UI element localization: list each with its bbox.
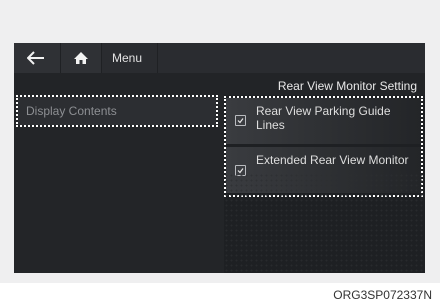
figure-frame: Menu Rear View Monitor Setting Display C… [0, 0, 440, 283]
menu-button[interactable]: Menu [102, 43, 158, 73]
arrow-left-icon [27, 51, 44, 65]
menu-item-display-contents[interactable]: Display Contents [16, 95, 218, 127]
top-bar: Menu [14, 43, 425, 73]
infotainment-screen: Menu Rear View Monitor Setting Display C… [14, 43, 425, 273]
back-button[interactable] [14, 43, 61, 73]
home-icon [74, 52, 88, 64]
left-menu: Display Contents [14, 95, 224, 273]
figure-caption: ORG3SP072337N [333, 288, 432, 302]
checkmark-icon [237, 118, 244, 124]
page-title: Rear View Monitor Setting [277, 79, 417, 93]
option-label: Rear View Parking Guide Lines [256, 104, 391, 132]
background-texture [224, 173, 425, 273]
option-parking-guide-lines[interactable]: Rear View Parking Guide Lines [226, 98, 421, 144]
home-button[interactable] [61, 43, 102, 73]
option-label: Extended Rear View Monitor [256, 153, 409, 167]
checkbox[interactable] [235, 115, 246, 126]
